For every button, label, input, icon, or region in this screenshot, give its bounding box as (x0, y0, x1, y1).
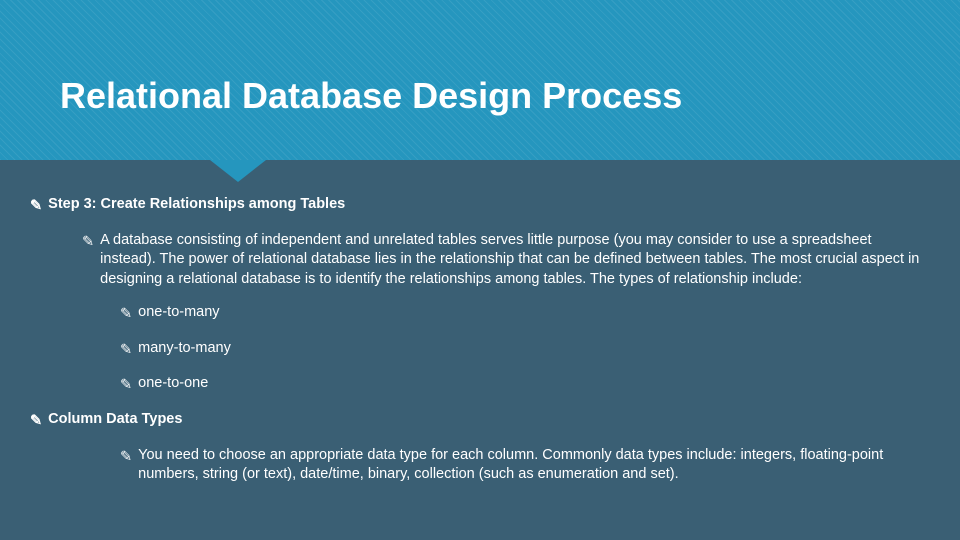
bullet-text: A database consisting of independent and… (100, 231, 930, 290)
bullet-text: one-to-one (138, 374, 930, 394)
bullet-text: Step 3: Create Relationships among Table… (48, 195, 930, 215)
bullet-text: one-to-many (138, 303, 930, 323)
bullet-text: You need to choose an appropriate data t… (138, 446, 930, 485)
bullet-step3-desc: ✎ A database consisting of independent a… (82, 231, 930, 290)
bullet-rel-one-to-many: ✎ one-to-many (120, 303, 930, 325)
slide-content: ✎ Step 3: Create Relationships among Tab… (30, 195, 930, 493)
bullet-icon: ✎ (120, 305, 132, 325)
bullet-text: many-to-many (138, 339, 930, 359)
slide: Relational Database Design Process ✎ Ste… (0, 0, 960, 540)
slide-title: Relational Database Design Process (60, 75, 682, 117)
bullet-icon: ✎ (30, 197, 42, 217)
header-notch-icon (210, 160, 266, 182)
bullet-icon: ✎ (120, 341, 132, 361)
bullet-column-types-desc: ✎ You need to choose an appropriate data… (120, 446, 930, 485)
bullet-rel-one-to-one: ✎ one-to-one (120, 374, 930, 396)
bullet-icon: ✎ (30, 412, 42, 432)
bullet-icon: ✎ (120, 448, 132, 468)
bullet-column-types: ✎ Column Data Types (30, 410, 930, 432)
bullet-rel-many-to-many: ✎ many-to-many (120, 339, 930, 361)
bullet-step3: ✎ Step 3: Create Relationships among Tab… (30, 195, 930, 217)
slide-header: Relational Database Design Process (0, 0, 960, 160)
bullet-text: Column Data Types (48, 410, 930, 430)
bullet-icon: ✎ (82, 233, 94, 253)
bullet-icon: ✎ (120, 376, 132, 396)
